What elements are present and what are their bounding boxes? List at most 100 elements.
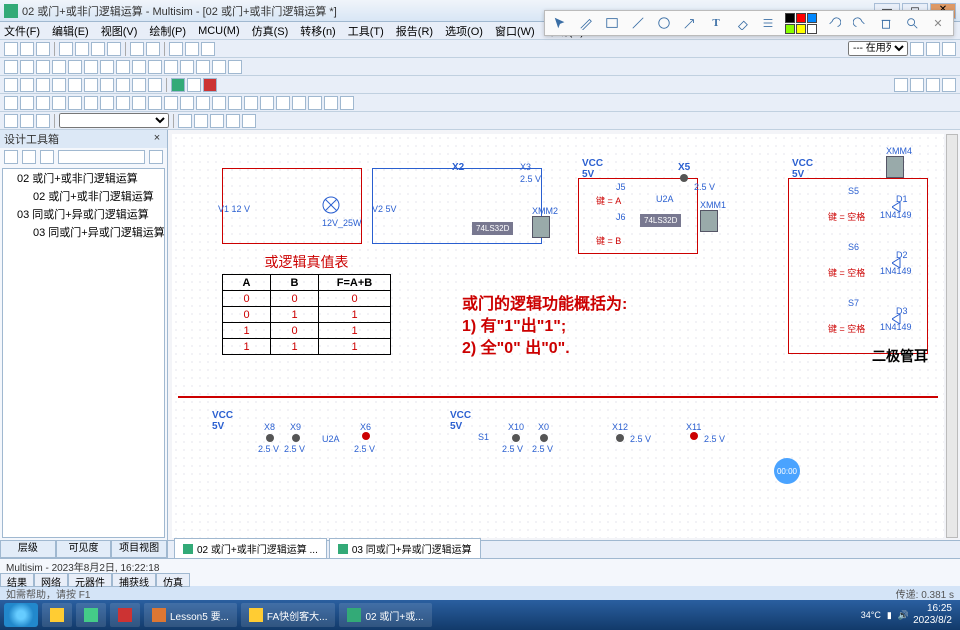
tb-c1[interactable] xyxy=(4,60,18,74)
instrument-xmm2[interactable] xyxy=(532,216,550,238)
menu-view[interactable]: 视图(V) xyxy=(101,23,138,39)
tb-print[interactable] xyxy=(59,42,73,56)
task-ppt[interactable]: Lesson5 要... xyxy=(144,603,237,627)
btab-components[interactable]: 元器件 xyxy=(68,573,112,587)
tb-f8[interactable] xyxy=(242,114,256,128)
rect-tool[interactable] xyxy=(603,14,621,32)
tb-zoomout[interactable] xyxy=(185,42,199,56)
tb-zoomfit[interactable] xyxy=(201,42,215,56)
tb-c9[interactable] xyxy=(132,60,146,74)
pen-tool[interactable] xyxy=(577,14,595,32)
tb-c10[interactable] xyxy=(148,60,162,74)
tb-i14[interactable] xyxy=(212,96,226,110)
tb-s10[interactable] xyxy=(148,78,162,92)
instrument-xmm4[interactable] xyxy=(886,156,904,178)
tb-new[interactable] xyxy=(4,42,18,56)
tb-i21[interactable] xyxy=(324,96,338,110)
tb-c8[interactable] xyxy=(116,60,130,74)
sidetab-project[interactable]: 项目视图 xyxy=(111,540,167,558)
tb-run[interactable] xyxy=(171,78,185,92)
task-explorer[interactable] xyxy=(42,603,72,627)
tb-i22[interactable] xyxy=(340,96,354,110)
tb-s1[interactable] xyxy=(4,78,18,92)
side-btn1[interactable] xyxy=(4,150,18,164)
btab-results[interactable]: 结果 xyxy=(0,573,34,587)
vertical-scrollbar[interactable] xyxy=(946,134,958,538)
text-tool[interactable]: T xyxy=(707,14,725,32)
tb-c3[interactable] xyxy=(36,60,50,74)
tb-i18[interactable] xyxy=(276,96,290,110)
tree-leaf1[interactable]: 02 或门+或非门逻辑运算 xyxy=(3,187,164,205)
tb-s3[interactable] xyxy=(36,78,50,92)
tb-redo[interactable] xyxy=(146,42,160,56)
tb-i16[interactable] xyxy=(244,96,258,110)
menu-window[interactable]: 窗口(W) xyxy=(495,23,535,39)
tb-i11[interactable] xyxy=(164,96,178,110)
trash-tool[interactable] xyxy=(877,14,895,32)
btab-sim[interactable]: 仿真 xyxy=(156,573,190,587)
tb-z2[interactable] xyxy=(910,78,924,92)
tb-c2[interactable] xyxy=(20,60,34,74)
tb-f1[interactable] xyxy=(4,114,18,128)
menu-reports[interactable]: 报告(R) xyxy=(396,23,433,39)
menu-place[interactable]: 绘制(P) xyxy=(149,23,186,39)
tb-i7[interactable] xyxy=(100,96,114,110)
tb-s2[interactable] xyxy=(20,78,34,92)
tb-i2[interactable] xyxy=(20,96,34,110)
task-app1[interactable] xyxy=(110,603,140,627)
tb-misc2[interactable] xyxy=(926,42,940,56)
tb-i8[interactable] xyxy=(116,96,130,110)
doc-tab-2[interactable]: 03 同或门+异或门逻辑运算 xyxy=(329,538,481,558)
tb-i3[interactable] xyxy=(36,96,50,110)
tree-leaf2[interactable]: 03 同或门+异或门逻辑运算 xyxy=(3,223,164,241)
menu-simulate[interactable]: 仿真(S) xyxy=(252,23,289,39)
tb-c14[interactable] xyxy=(212,60,226,74)
design-tree[interactable]: 02 或门+或非门逻辑运算 02 或门+或非门逻辑运算 03 同或门+异或门逻辑… xyxy=(2,168,165,538)
tb-s7[interactable] xyxy=(100,78,114,92)
tb-copy[interactable] xyxy=(91,42,105,56)
schematic-canvas[interactable]: V1 12 V 12V_25W V2 5V X2 74LS32D X3 2.5 … xyxy=(168,130,960,558)
tb-c6[interactable] xyxy=(84,60,98,74)
sidetab-hierarchy[interactable]: 层级 xyxy=(0,540,56,558)
inuse-combo[interactable]: --- 在用列表 --- xyxy=(848,41,908,56)
side-btn4[interactable] xyxy=(149,150,163,164)
menu-transfer[interactable]: 转移(n) xyxy=(300,23,335,39)
tb-zoomin[interactable] xyxy=(169,42,183,56)
tray-sound-icon[interactable]: 🔊 xyxy=(898,610,909,621)
pointer-tool[interactable] xyxy=(551,14,569,32)
tb-i6[interactable] xyxy=(84,96,98,110)
tb-s4[interactable] xyxy=(52,78,66,92)
sidetab-visibility[interactable]: 可见度 xyxy=(56,540,112,558)
chip-74ls32-1[interactable]: 74LS32D xyxy=(472,222,513,235)
circle-tool[interactable] xyxy=(655,14,673,32)
tb-pause[interactable] xyxy=(187,78,201,92)
taskbar-clock[interactable]: 16:252023/8/2 xyxy=(913,603,956,627)
tb-c12[interactable] xyxy=(180,60,194,74)
tb-i10[interactable] xyxy=(148,96,162,110)
tb-s6[interactable] xyxy=(84,78,98,92)
tb-s8[interactable] xyxy=(116,78,130,92)
tree-root1[interactable]: 02 或门+或非门逻辑运算 xyxy=(3,169,164,187)
tb-f6[interactable] xyxy=(210,114,224,128)
close-overlay[interactable]: ✕ xyxy=(929,14,947,32)
menu-tools[interactable]: 工具(T) xyxy=(348,23,384,39)
tb-f2[interactable] xyxy=(20,114,34,128)
tb-c7[interactable] xyxy=(100,60,114,74)
tb-misc1[interactable] xyxy=(910,42,924,56)
tb-cut[interactable] xyxy=(75,42,89,56)
tb-i1[interactable] xyxy=(4,96,18,110)
tb-i9[interactable] xyxy=(132,96,146,110)
tb-i13[interactable] xyxy=(196,96,210,110)
tb-f5[interactable] xyxy=(194,114,208,128)
menu-file[interactable]: 文件(F) xyxy=(4,23,40,39)
tb-z3[interactable] xyxy=(926,78,940,92)
doc-tab-1[interactable]: 02 或门+或非门逻辑运算 ... xyxy=(174,538,327,558)
tb-paste[interactable] xyxy=(107,42,121,56)
line-tool[interactable] xyxy=(629,14,647,32)
undo-tool[interactable] xyxy=(825,14,843,32)
task-folder[interactable]: FA快创客大... xyxy=(241,603,336,627)
sidebar-close-icon[interactable]: × xyxy=(151,133,163,145)
tb-c11[interactable] xyxy=(164,60,178,74)
btab-nets[interactable]: 网络 xyxy=(34,573,68,587)
instrument-xmm1[interactable] xyxy=(700,210,718,232)
